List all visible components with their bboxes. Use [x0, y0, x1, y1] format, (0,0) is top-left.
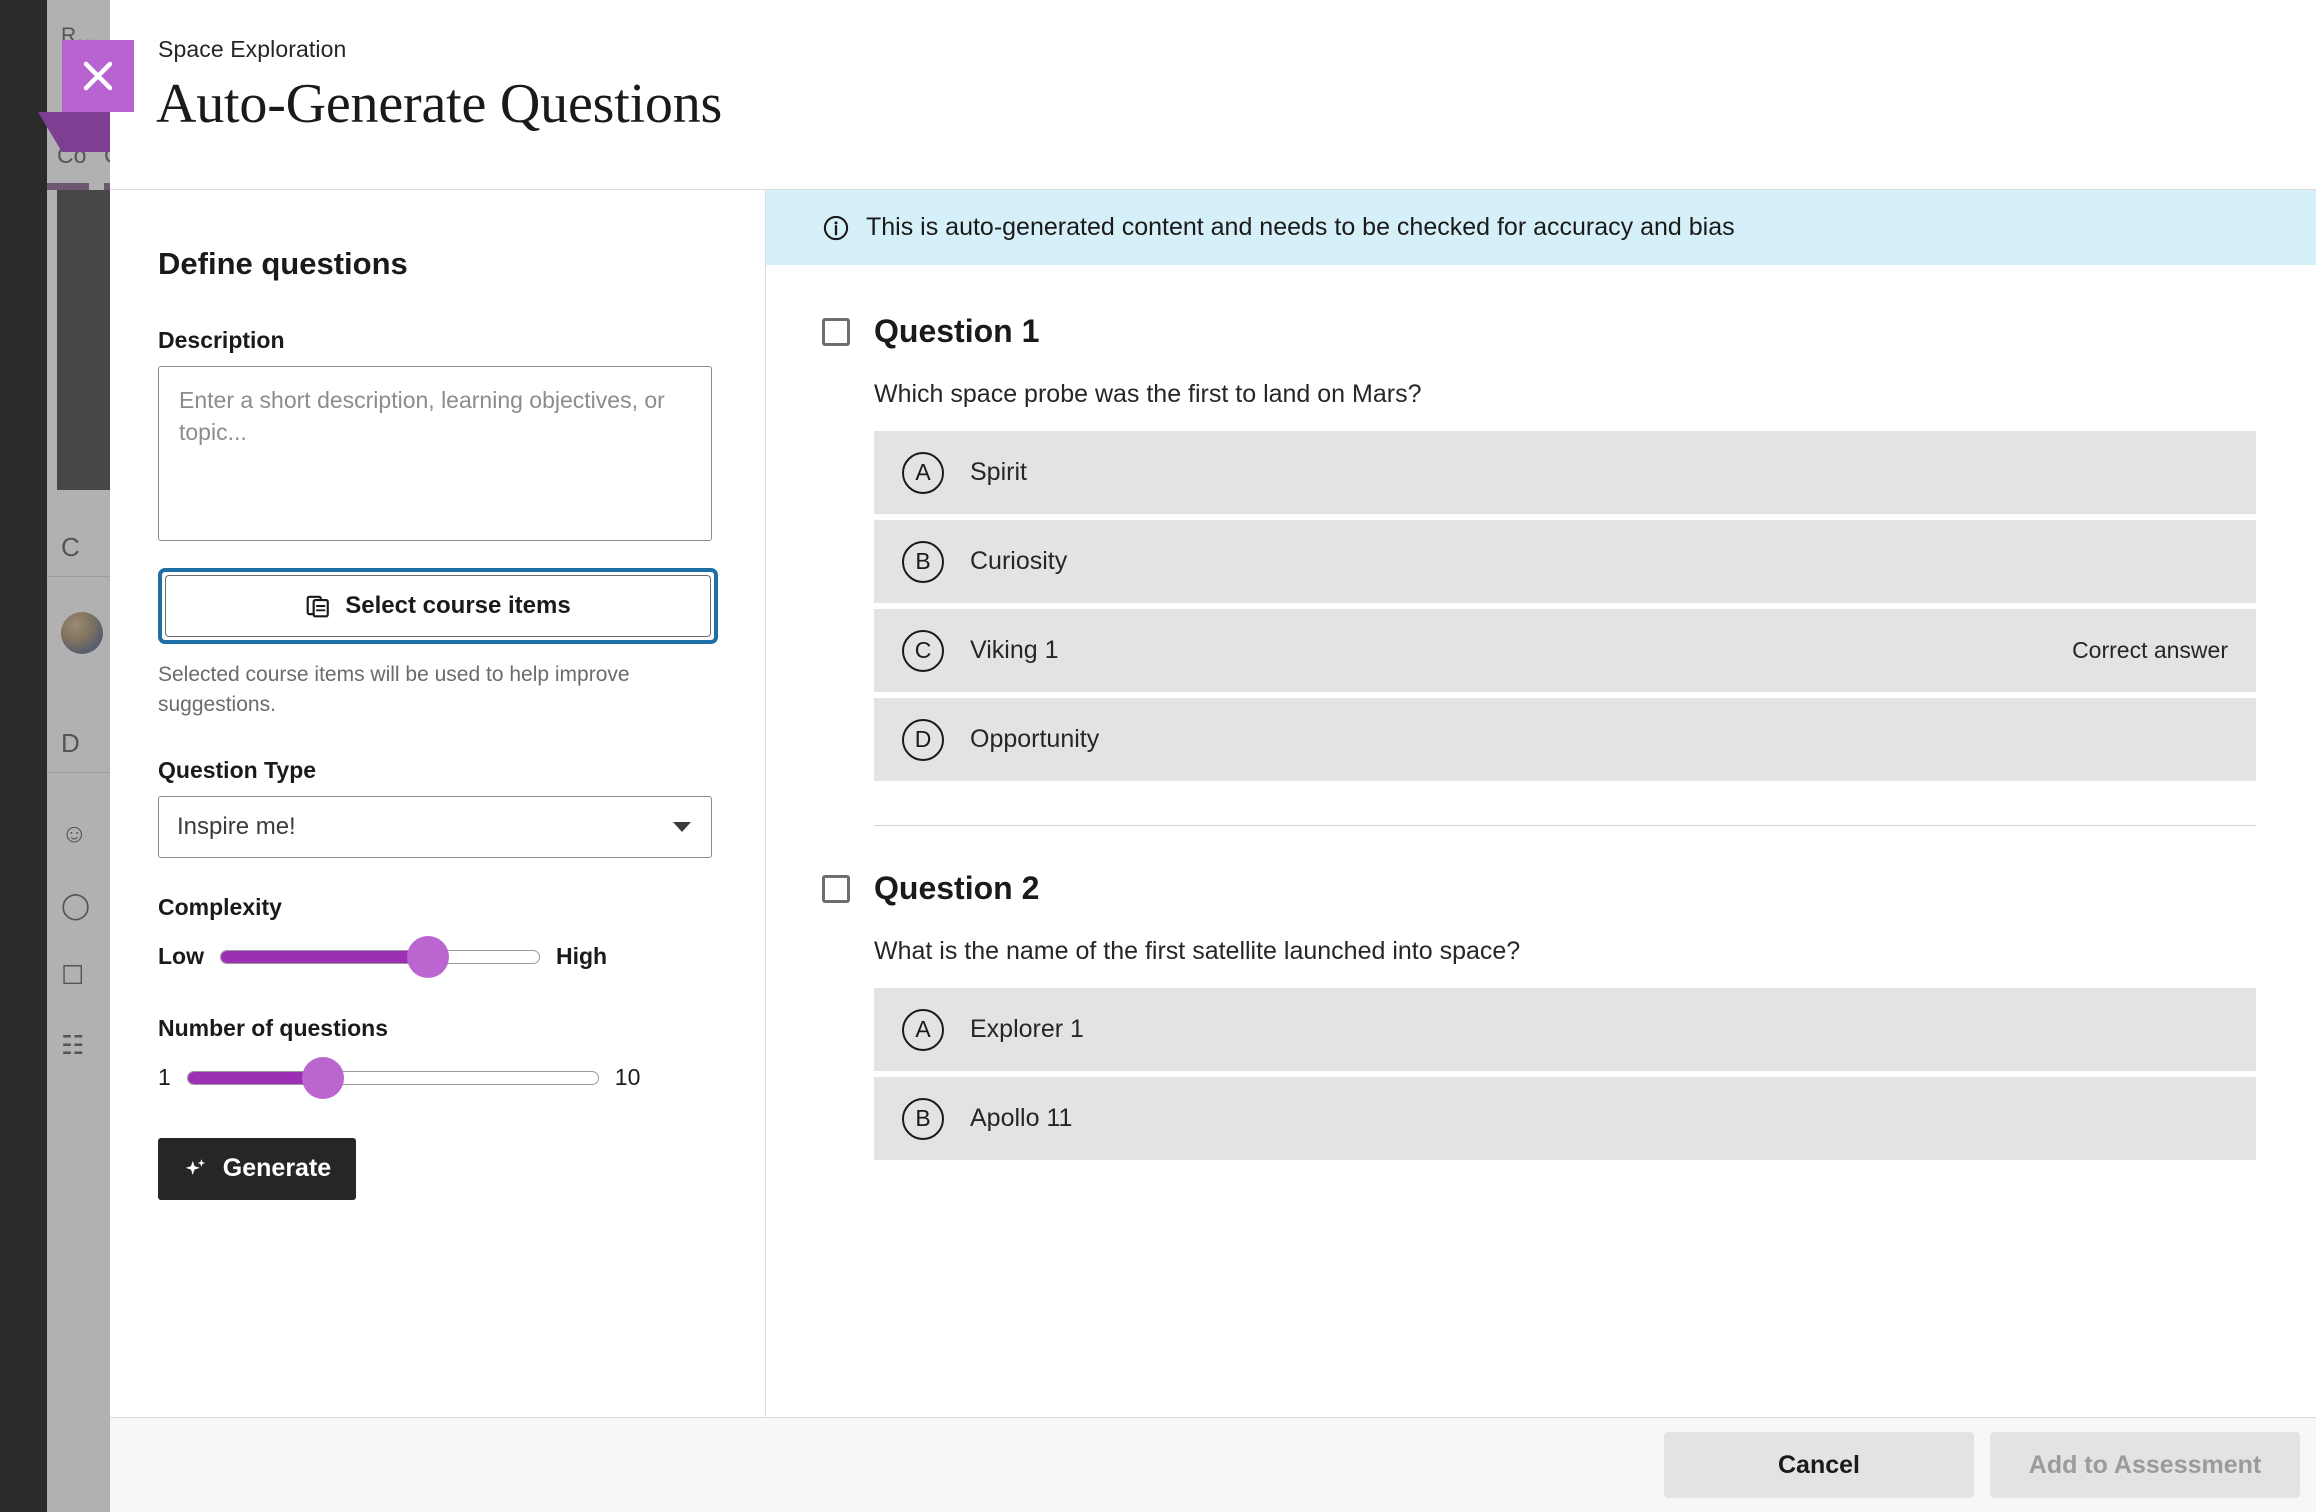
complexity-group: Complexity Low High: [158, 894, 717, 979]
info-icon: [822, 214, 850, 242]
define-questions-pane: Define questions Description Select cour…: [110, 190, 766, 1417]
number-of-questions-group: Number of questions 1 10: [158, 1015, 717, 1100]
auto-generated-notice-text: This is auto-generated content and needs…: [866, 213, 1735, 242]
question-type-group: Question Type Inspire me!: [158, 757, 717, 858]
add-to-assessment-button[interactable]: Add to Assessment: [1990, 1432, 2300, 1498]
question-type-label: Question Type: [158, 757, 717, 784]
auto-generated-notice: This is auto-generated content and needs…: [766, 190, 2316, 265]
question-type-value: Inspire me!: [177, 813, 296, 841]
answer-option-letter: A: [902, 1009, 944, 1051]
close-icon: [81, 59, 115, 93]
answer-option-letter: B: [902, 541, 944, 583]
answer-option[interactable]: A Explorer 1: [874, 988, 2256, 1071]
modal-dim-soft-edge: [47, 0, 110, 1512]
answer-option[interactable]: D Opportunity: [874, 698, 2256, 781]
define-questions-heading: Define questions: [158, 246, 717, 282]
complexity-max-label: High: [556, 943, 607, 970]
complexity-slider[interactable]: [220, 950, 540, 964]
answer-option-letter: B: [902, 1098, 944, 1140]
number-of-questions-slider[interactable]: [187, 1071, 599, 1085]
answer-option-label: Spirit: [970, 458, 1027, 487]
question-block: Question 2 What is the name of the first …: [822, 870, 2256, 1160]
select-course-items-helper-text: Selected course items will be used to he…: [158, 660, 688, 721]
questions-list[interactable]: Question 1 Which space probe was the firs…: [766, 265, 2316, 1417]
question-block: Question 1 Which space probe was the firs…: [822, 313, 2256, 870]
answer-option-label: Viking 1: [970, 636, 1059, 665]
question-title: Question 1: [874, 313, 1039, 350]
question-checkbox[interactable]: [822, 875, 850, 903]
answer-option[interactable]: B Apollo 11: [874, 1077, 2256, 1160]
question-text: Which space probe was the first to land …: [874, 380, 2256, 409]
answer-option-label: Apollo 11: [970, 1104, 1072, 1133]
select-course-items-focus-ring: Select course items: [158, 568, 718, 644]
generated-questions-pane: This is auto-generated content and needs…: [766, 190, 2316, 1417]
answer-option[interactable]: C Viking 1 Correct answer: [874, 609, 2256, 692]
complexity-min-label: Low: [158, 943, 204, 970]
correct-answer-badge: Correct answer: [2072, 637, 2228, 664]
modal-header: Space Exploration Auto-Generate Question…: [110, 0, 2316, 190]
chevron-down-icon: [673, 822, 691, 832]
number-of-questions-max-label: 10: [615, 1064, 641, 1091]
question-text: What is the name of the first satellite …: [874, 937, 2256, 966]
auto-generate-questions-modal: Space Exploration Auto-Generate Question…: [110, 0, 2316, 1512]
modal-footer: Cancel Add to Assessment: [110, 1417, 2316, 1512]
select-course-items-label: Select course items: [345, 592, 570, 620]
answer-option[interactable]: B Curiosity: [874, 520, 2256, 603]
document-copy-icon: [305, 593, 331, 619]
question-checkbox[interactable]: [822, 318, 850, 346]
answer-options: A Explorer 1 B Apollo 11: [874, 988, 2256, 1160]
complexity-slider-row: Low High: [158, 935, 717, 979]
modal-body: Define questions Description Select cour…: [110, 190, 2316, 1417]
number-of-questions-label: Number of questions: [158, 1015, 717, 1042]
answer-option-label: Explorer 1: [970, 1015, 1084, 1044]
number-of-questions-min-label: 1: [158, 1064, 171, 1091]
question-header: Question 2: [822, 870, 2256, 907]
description-input[interactable]: [158, 366, 712, 541]
page-title: Auto-Generate Questions: [156, 72, 722, 136]
cancel-button[interactable]: Cancel: [1664, 1432, 1974, 1498]
question-title: Question 2: [874, 870, 1039, 907]
close-button[interactable]: [62, 40, 134, 112]
question-header: Question 1: [822, 313, 2256, 350]
answer-option-letter: C: [902, 630, 944, 672]
number-of-questions-slider-row: 1 10: [158, 1056, 717, 1100]
generate-button[interactable]: Generate: [158, 1138, 356, 1200]
answer-option-label: Opportunity: [970, 725, 1099, 754]
answer-option-letter: D: [902, 719, 944, 761]
complexity-label: Complexity: [158, 894, 717, 921]
answer-option-label: Curiosity: [970, 547, 1067, 576]
number-of-questions-slider-thumb[interactable]: [302, 1057, 344, 1099]
sparkle-icon: [183, 1156, 209, 1182]
breadcrumb: Space Exploration: [158, 36, 346, 63]
description-label: Description: [158, 327, 717, 354]
question-spacer: [822, 826, 2256, 870]
answer-option[interactable]: A Spirit: [874, 431, 2256, 514]
answer-option-letter: A: [902, 452, 944, 494]
answer-options: A Spirit B Curiosity C Viking 1 Correct answer…: [874, 431, 2256, 781]
complexity-slider-thumb[interactable]: [407, 936, 449, 978]
generate-label: Generate: [223, 1154, 331, 1183]
select-course-items-button[interactable]: Select course items: [165, 575, 711, 637]
question-type-select[interactable]: Inspire me!: [158, 796, 712, 858]
complexity-slider-fill: [221, 951, 428, 963]
